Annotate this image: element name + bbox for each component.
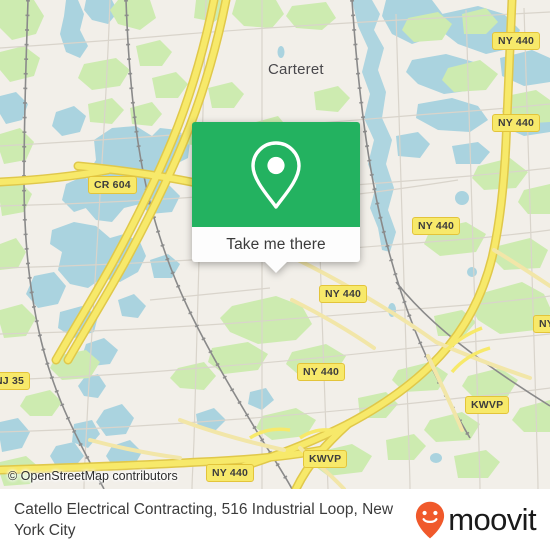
footer-bar: Catello Electrical Contracting, 516 Indu… [0,489,550,550]
road-shield-ny440-4[interactable]: NY 440 [319,285,368,303]
moovit-brand[interactable]: moovit [415,501,537,539]
road-shield-ny440-2[interactable]: NY 440 [492,114,541,132]
location-popup-card[interactable]: Take me there [192,122,360,273]
screenshot-root: Carteret NY 440 NY 440 NY 440 NY 440 NY … [0,0,550,550]
map-canvas[interactable]: Carteret NY 440 NY 440 NY 440 NY 440 NY … [0,0,550,489]
map-attribution[interactable]: © OpenStreetMap contributors [8,469,178,483]
popup-header [192,122,360,227]
road-shield-cr604[interactable]: CR 604 [88,176,137,194]
road-shield-ny440-3[interactable]: NY 440 [412,217,461,235]
moovit-pin-smiley-icon [416,501,445,538]
popup-footer[interactable]: Take me there [192,227,360,273]
road-shield-ny4-edge[interactable]: NY 4 [533,315,550,333]
take-me-there-label: Take me there [226,235,326,253]
popup-pointer-tail [265,262,287,273]
road-shield-kwvp-1[interactable]: KWVP [465,396,510,414]
road-shield-nj35[interactable]: NJ 35 [0,372,31,390]
road-shield-ny440-1[interactable]: NY 440 [492,32,541,50]
map-pin-icon [251,140,301,209]
road-shield-kwvp-2[interactable]: KWVP [303,450,348,468]
map-label-carteret: Carteret [268,61,324,78]
location-title: Catello Electrical Contracting, 516 Indu… [14,500,394,539]
moovit-wordmark: moovit [448,502,536,537]
road-shield-ny440-5[interactable]: NY 440 [297,363,346,381]
road-shield-ny440-6[interactable]: NY 440 [206,464,255,482]
